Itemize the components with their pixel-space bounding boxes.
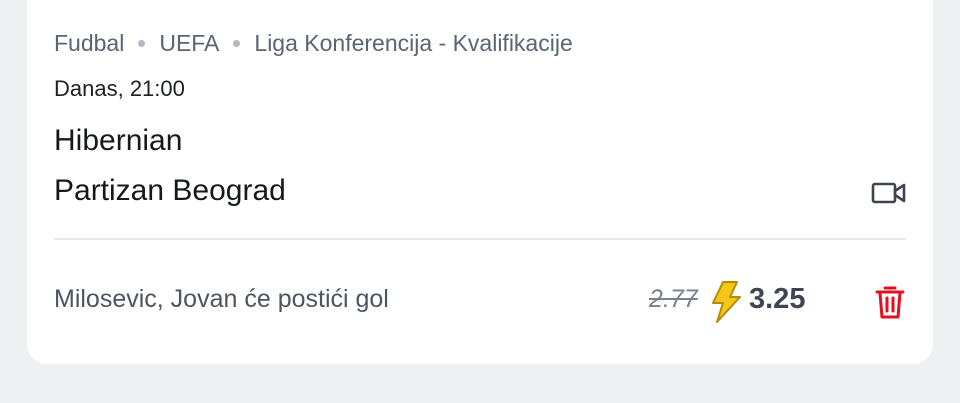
breadcrumb-separator-dot bbox=[138, 39, 146, 47]
boosted-odds-value: 3.25 bbox=[749, 283, 806, 315]
trash-icon[interactable] bbox=[875, 284, 905, 320]
old-odds-value: 2.77 bbox=[649, 285, 698, 313]
video-camera-icon[interactable] bbox=[871, 179, 907, 207]
breadcrumb-region[interactable]: UEFA bbox=[159, 30, 219, 57]
divider bbox=[54, 238, 906, 240]
bet-slip-card: Fudbal UEFA Liga Konferencija - Kvalifik… bbox=[27, 0, 933, 364]
breadcrumb-separator-dot bbox=[233, 39, 241, 47]
match-datetime: Danas, 21:00 bbox=[54, 76, 185, 101]
lightning-bolt-icon bbox=[712, 281, 741, 323]
bet-selection-label: Milosevic, Jovan će postići gol bbox=[54, 285, 389, 313]
away-team-name: Partizan Beograd bbox=[54, 174, 286, 207]
breadcrumb-competition[interactable]: Liga Konferencija - Kvalifikacije bbox=[254, 30, 572, 57]
breadcrumb: Fudbal UEFA Liga Konferencija - Kvalifik… bbox=[54, 28, 573, 58]
home-team-name: Hibernian bbox=[54, 124, 183, 157]
breadcrumb-sport[interactable]: Fudbal bbox=[54, 30, 124, 57]
